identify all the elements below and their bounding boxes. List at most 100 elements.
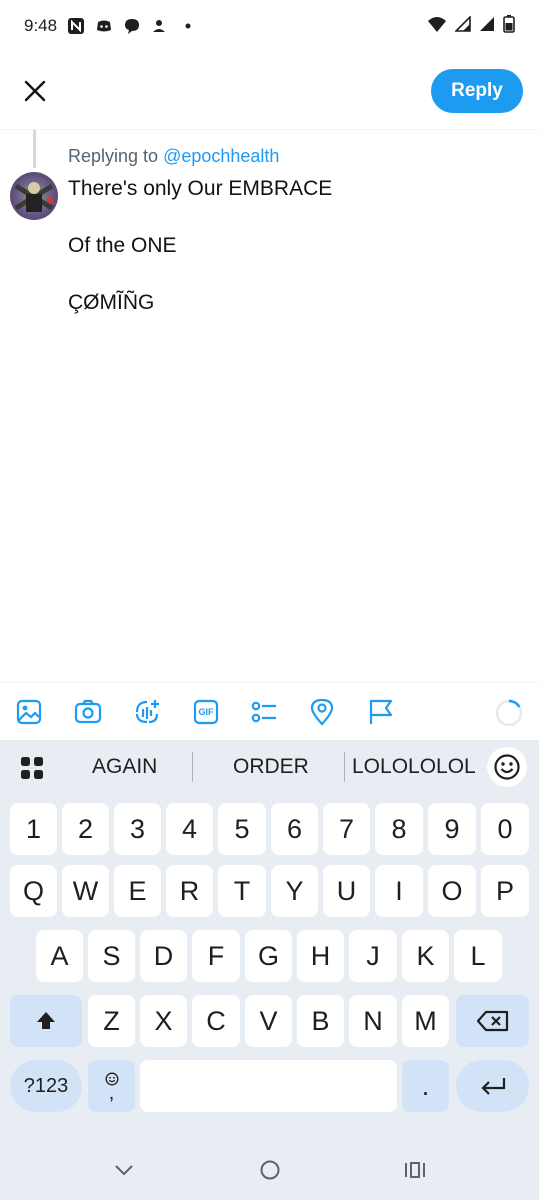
- navigation-bar: [0, 1140, 539, 1200]
- key-j[interactable]: J: [349, 930, 397, 982]
- enter-key[interactable]: [456, 1060, 529, 1112]
- camera-button[interactable]: [73, 697, 103, 727]
- image-icon: [16, 699, 42, 725]
- key-q[interactable]: Q: [10, 865, 57, 917]
- smiley-icon: [494, 754, 520, 780]
- key-a[interactable]: A: [36, 930, 83, 982]
- chat-bubble-icon: [123, 17, 141, 35]
- thread-line: [33, 130, 36, 168]
- image-button[interactable]: [14, 697, 44, 727]
- voice-spaces-button[interactable]: [132, 697, 162, 727]
- location-button[interactable]: [307, 697, 337, 727]
- suggestion-bar: AGAIN ORDER LOLOLOLOL: [0, 740, 539, 794]
- suggestion-item[interactable]: LOLOLOLOL: [352, 754, 476, 780]
- avatar[interactable]: [10, 172, 58, 220]
- key-u[interactable]: U: [323, 865, 370, 917]
- home-circle-icon: [260, 1160, 280, 1180]
- signal-icon: [479, 16, 495, 37]
- key-k[interactable]: K: [402, 930, 449, 982]
- tweet-line: ÇØMĨÑG: [68, 291, 155, 314]
- suggestion-divider: [192, 752, 193, 782]
- apps-grid-icon[interactable]: [20, 756, 44, 780]
- enter-icon: [480, 1078, 505, 1095]
- key-5[interactable]: 5: [218, 803, 266, 855]
- key-2[interactable]: 2: [62, 803, 109, 855]
- status-time: 9:48: [24, 16, 58, 35]
- recents-icon: [405, 1162, 425, 1178]
- emoji-comma-key[interactable]: ,: [88, 1060, 135, 1112]
- soft-keyboard: AGAIN ORDER LOLOLOLOL 1 2 3 4 5 6 7 8 9 …: [0, 740, 539, 1200]
- discord-icon: [95, 17, 113, 35]
- backspace-icon: [476, 1010, 508, 1032]
- key-f[interactable]: F: [192, 930, 240, 982]
- news-icon: [67, 17, 85, 35]
- key-e[interactable]: E: [114, 865, 161, 917]
- shift-icon: [37, 1012, 55, 1029]
- nav-back-button[interactable]: [112, 1158, 136, 1182]
- replying-handle-link[interactable]: @epochhealth: [163, 146, 279, 166]
- key-7[interactable]: 7: [323, 803, 370, 855]
- suggestion-item[interactable]: ORDER: [233, 754, 309, 780]
- close-button[interactable]: [18, 74, 52, 108]
- symbols-key[interactable]: ?123: [10, 1060, 82, 1112]
- key-p[interactable]: P: [481, 865, 529, 917]
- gif-button[interactable]: GIF: [191, 697, 221, 727]
- tweet-line: Of the ONE: [68, 234, 177, 257]
- key-v[interactable]: V: [245, 995, 292, 1047]
- poll-button[interactable]: [249, 697, 279, 727]
- key-c[interactable]: C: [192, 995, 240, 1047]
- key-o[interactable]: O: [428, 865, 476, 917]
- key-r[interactable]: R: [166, 865, 213, 917]
- poll-icon: [251, 701, 276, 723]
- reply-button[interactable]: Reply: [431, 69, 523, 113]
- key-0[interactable]: 0: [481, 803, 529, 855]
- key-i[interactable]: I: [375, 865, 423, 917]
- shift-key[interactable]: [10, 995, 82, 1047]
- location-icon: [310, 698, 334, 726]
- nav-home-button[interactable]: [258, 1158, 282, 1182]
- emoji-button[interactable]: [487, 747, 527, 787]
- suggestion-divider: [344, 752, 345, 782]
- key-z[interactable]: Z: [88, 995, 135, 1047]
- space-key[interactable]: [140, 1060, 397, 1112]
- character-progress-ring: [495, 699, 523, 727]
- signal-icon: [454, 14, 471, 37]
- wifi-icon: [427, 15, 447, 38]
- flag-icon: [369, 699, 393, 724]
- key-4[interactable]: 4: [166, 803, 213, 855]
- key-3[interactable]: 3: [114, 803, 161, 855]
- key-m[interactable]: M: [402, 995, 449, 1047]
- key-1[interactable]: 1: [10, 803, 57, 855]
- compose-header: Reply: [0, 52, 539, 130]
- suggestion-item[interactable]: AGAIN: [92, 754, 157, 780]
- key-x[interactable]: X: [140, 995, 187, 1047]
- key-l[interactable]: L: [454, 930, 502, 982]
- tweet-text-input[interactable]: There's only Our EMBRACE Of the ONE ÇØMĨ…: [68, 175, 518, 346]
- nav-recents-button[interactable]: [403, 1158, 427, 1182]
- gif-label: GIF: [198, 707, 214, 717]
- key-6[interactable]: 6: [271, 803, 318, 855]
- status-bar: 9:48: [0, 0, 539, 52]
- key-8[interactable]: 8: [375, 803, 423, 855]
- replying-to: Replying to @epochhealth: [68, 146, 279, 167]
- key-h[interactable]: H: [297, 930, 344, 982]
- flag-button[interactable]: [366, 697, 396, 727]
- period-key[interactable]: .: [402, 1060, 449, 1112]
- replying-prefix: Replying to: [68, 146, 159, 166]
- key-d[interactable]: D: [140, 930, 187, 982]
- backspace-key[interactable]: [456, 995, 529, 1047]
- key-g[interactable]: G: [245, 930, 292, 982]
- key-t[interactable]: T: [218, 865, 266, 917]
- comma-label: ,: [108, 1082, 115, 1104]
- close-icon: [24, 80, 46, 102]
- voice-spaces-icon: [135, 700, 159, 724]
- key-y[interactable]: Y: [271, 865, 318, 917]
- key-b[interactable]: B: [297, 995, 344, 1047]
- key-9[interactable]: 9: [428, 803, 476, 855]
- chevron-down-icon: [115, 1165, 133, 1176]
- battery-icon: [503, 14, 515, 38]
- key-w[interactable]: W: [62, 865, 109, 917]
- compose-toolbar: GIF: [0, 682, 539, 740]
- key-s[interactable]: S: [88, 930, 135, 982]
- key-n[interactable]: N: [349, 995, 397, 1047]
